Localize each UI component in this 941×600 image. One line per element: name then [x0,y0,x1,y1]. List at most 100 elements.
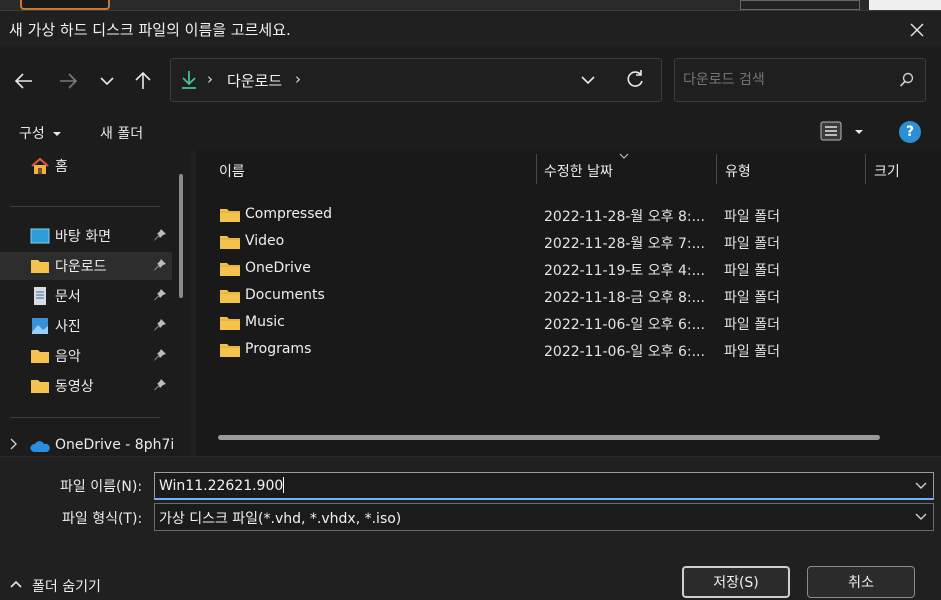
folder-icon [220,236,240,249]
pin-icon[interactable] [153,348,167,362]
file-type: 파일 폴더 [724,317,780,333]
file-row[interactable]: Programs 2022-11-06-일 오후 6:... 파일 폴더 [196,337,941,364]
sidebar-scrollbar[interactable] [179,174,183,298]
filetype-select[interactable]: 가상 디스크 파일(*.vhd, *.vhdx, *.iso) [154,503,934,531]
column-header-type[interactable]: 유형 [717,151,865,187]
folder-icon [220,344,240,357]
dialog-title: 새 가상 하드 디스크 파일의 이름을 고르세요. [9,21,291,39]
breadcrumb-separator-icon[interactable]: › [295,70,301,88]
text-cursor [283,477,285,493]
file-name: Programs [245,341,312,357]
help-button[interactable]: ? [899,121,921,143]
file-name: Compressed [245,206,333,222]
pin-icon[interactable] [153,288,167,302]
address-history-button[interactable] [581,73,595,89]
caret-down-icon [855,130,864,134]
folder-icon [220,263,240,276]
file-type: 파일 폴더 [724,236,780,252]
sidebar-item-home[interactable]: 홈 [0,152,172,180]
column-header-label: 유형 [725,164,751,180]
column-header-modified[interactable]: 수정한 날짜 [537,151,717,187]
save-form: 파일 이름(N): Win11.22621.900 파일 형식(T): 가상 디… [0,456,941,600]
home-icon [31,157,49,174]
chevron-down-icon[interactable] [915,482,927,490]
column-header-name[interactable]: 이름 [196,151,536,187]
address-bar[interactable]: › 다운로드 › [170,58,662,102]
download-folder-icon [31,260,49,273]
navigation-bar: › 다운로드 › [0,47,941,113]
up-button[interactable] [129,67,157,95]
cancel-button[interactable]: 취소 [807,566,915,598]
list-view-icon [820,121,842,141]
back-button[interactable] [10,67,38,95]
sidebar-item-videos[interactable]: 동영상 [0,372,172,400]
file-modified: 2022-11-06-일 오후 6:... [544,344,705,360]
sidebar-item-label: 홈 [55,159,68,175]
file-row[interactable]: Music 2022-11-06-일 오후 6:... 파일 폴더 [196,310,941,337]
sidebar-item-label: 사진 [55,319,81,335]
filetype-value: 가상 디스크 파일(*.vhd, *.vhdx, *.iso) [159,511,402,527]
breadcrumb-separator-icon: › [207,70,213,88]
refresh-button[interactable] [625,69,645,93]
breadcrumb-downloads[interactable]: 다운로드 [227,70,282,91]
new-folder-button[interactable]: 새 폴더 [100,123,143,143]
title-bar: 새 가상 하드 디스크 파일의 이름을 고르세요. [0,11,941,47]
chevron-right-icon[interactable] [10,438,18,450]
file-list: 이름 수정한 날짜 유형 크기 Compressed 2022-11-28-월 … [196,151,941,456]
file-row[interactable]: Video 2022-11-28-월 오후 7:... 파일 폴더 [196,229,941,256]
sidebar-item-label: 동영상 [55,379,94,395]
sidebar-item-label: 다운로드 [55,259,107,275]
pin-icon[interactable] [153,228,167,242]
horizontal-scrollbar[interactable] [218,435,880,440]
chevron-down-icon [581,76,595,85]
organize-menu[interactable]: 구성 [19,123,62,143]
picture-icon [32,318,48,334]
refresh-icon [627,70,643,87]
file-modified: 2022-11-28-월 오후 8:... [544,209,705,225]
sidebar-item-documents[interactable]: 문서 [0,282,172,310]
save-button[interactable]: 저장(S) [682,566,790,598]
column-header-label: 수정한 날짜 [544,164,613,180]
pin-icon[interactable] [153,378,167,392]
file-name: Documents [245,287,325,303]
search-input[interactable] [683,69,893,91]
save-file-dialog: 새 가상 하드 디스크 파일의 이름을 고르세요. › 다운로드 › 다운로드 … [0,10,941,600]
organize-label: 구성 [19,126,45,142]
sidebar-item-label: OneDrive - 8ph7i [55,437,175,453]
hide-folders-label: 폴더 숨기기 [32,579,101,595]
file-row[interactable]: OneDrive 2022-11-19-토 오후 4:... 파일 폴더 [196,256,941,283]
video-folder-icon [31,380,49,393]
sidebar-item-pictures[interactable]: 사진 [0,312,172,340]
background-panel [740,0,860,10]
search-box[interactable] [674,58,926,102]
desktop-icon [30,228,50,244]
column-header-label: 크기 [874,164,900,180]
sidebar-item-downloads[interactable]: 다운로드 [0,252,172,280]
filename-label: 파일 이름(N): [60,479,143,495]
download-icon [181,70,197,94]
sidebar-item-label: 바탕 화면 [55,229,111,245]
pin-icon[interactable] [153,258,167,272]
arrow-up-icon [135,71,151,89]
chevron-up-icon [10,580,22,588]
command-bar: 구성 새 폴더 ? [0,113,941,151]
close-button[interactable] [903,17,931,43]
file-row[interactable]: Documents 2022-11-18-금 오후 8:... 파일 폴더 [196,283,941,310]
file-row[interactable]: Compressed 2022-11-28-월 오후 8:... 파일 폴더 [196,202,941,229]
pin-icon[interactable] [153,318,167,332]
caret-down-icon [53,132,62,136]
sidebar-item-music[interactable]: 음악 [0,342,172,370]
filename-field[interactable]: Win11.22621.900 [154,472,934,500]
sidebar-item-onedrive[interactable]: OneDrive - 8ph7i [0,433,175,456]
save-label: 저장(S) [713,575,759,591]
file-type: 파일 폴더 [724,209,780,225]
recent-locations-button[interactable] [93,67,121,95]
view-options-button[interactable] [820,121,864,145]
sidebar-item-desktop[interactable]: 바탕 화면 [0,222,172,250]
file-modified: 2022-11-28-월 오후 7:... [544,236,705,252]
forward-button[interactable] [54,67,82,95]
file-modified: 2022-11-06-일 오후 6:... [544,317,705,333]
file-name: Video [245,233,285,249]
search-icon[interactable] [899,72,915,92]
column-header-size[interactable]: 크기 [866,151,941,187]
